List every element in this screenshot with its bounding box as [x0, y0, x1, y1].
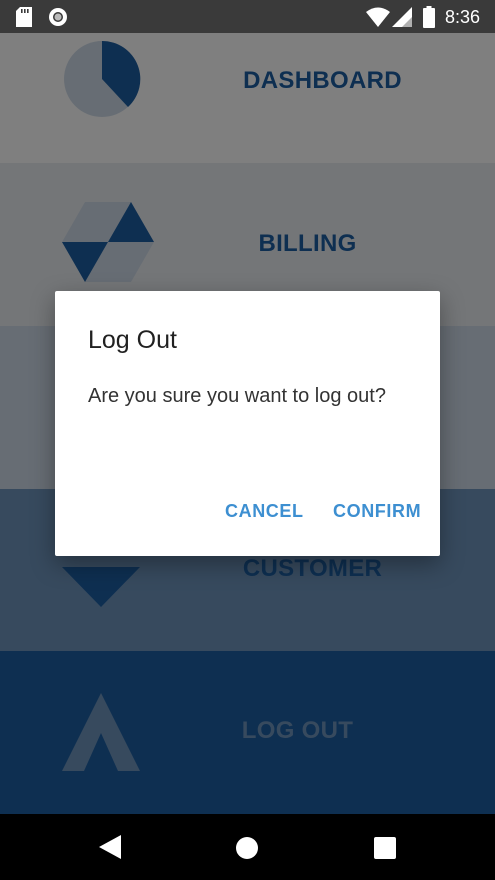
navigation-bar [0, 814, 495, 880]
status-bar: 8:36 [0, 0, 495, 33]
recents-icon[interactable] [374, 837, 396, 864]
status-time: 8:36 [445, 7, 481, 27]
back-icon[interactable] [99, 835, 121, 864]
signal-icon [392, 7, 412, 32]
dialog-message: Are you sure you want to log out? [88, 385, 386, 407]
sd-card-icon [16, 7, 32, 32]
wifi-icon [366, 7, 390, 32]
logout-dialog: Log Out Are you sure you want to log out… [55, 291, 440, 556]
cancel-button[interactable]: CANCEL [225, 501, 304, 522]
sync-icon [48, 7, 68, 32]
battery-icon [423, 6, 435, 33]
dialog-title: Log Out [88, 326, 177, 354]
home-icon[interactable] [236, 837, 258, 864]
confirm-button[interactable]: CONFIRM [333, 501, 421, 522]
